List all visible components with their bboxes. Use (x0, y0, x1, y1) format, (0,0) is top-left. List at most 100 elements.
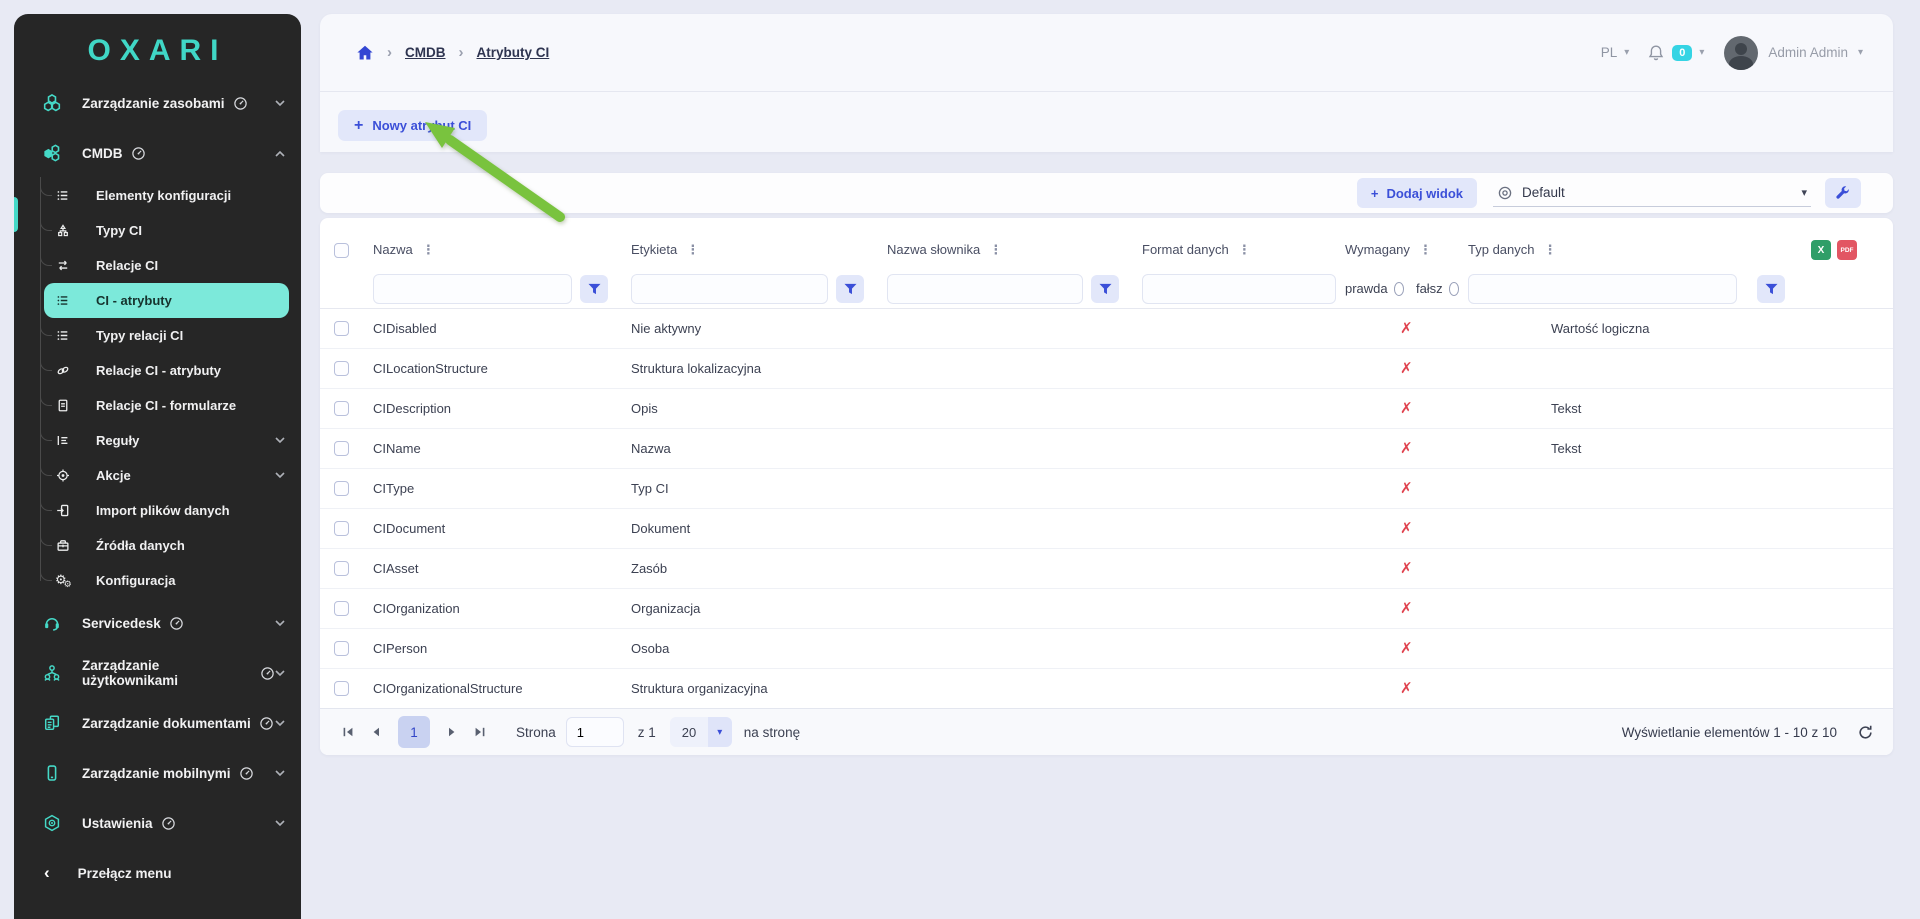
menu-toggle-button[interactable]: ‹ Przełącz menu (14, 848, 301, 898)
sidebar-item-zarzadzanie-zasobami[interactable]: Zarządzanie zasobami (14, 78, 301, 128)
add-view-button[interactable]: + Dodaj widok (1356, 178, 1477, 208)
not-required-icon: ✗ (1400, 320, 1413, 337)
user-avatar[interactable] (1724, 35, 1759, 70)
sidebar-item-konfiguracja[interactable]: ⚙⚙ Konfiguracja (14, 562, 301, 598)
not-required-icon: ✗ (1400, 440, 1413, 457)
cell-wymagany: ✗ (1339, 428, 1463, 469)
row-checkbox[interactable] (334, 441, 349, 457)
column-header-format-danych: Format danych (1142, 242, 1229, 257)
sidebar-item-ustawienia[interactable]: Ustawienia (14, 798, 301, 848)
page-number-button[interactable]: 1 (398, 716, 430, 748)
last-page-button[interactable] (466, 718, 494, 746)
sidebar-item-relacje-ci-atrybuty[interactable]: Relacje CI - atrybuty (14, 352, 301, 388)
filter-input-nazwa[interactable] (373, 273, 572, 304)
column-menu-icon[interactable]: ⋮ (1238, 242, 1251, 257)
required-false-radio[interactable] (1448, 281, 1459, 296)
sidebar-item-import-plikow-danych[interactable]: Import plików danych (14, 492, 301, 528)
view-selector[interactable]: Default ▾ (1493, 180, 1811, 207)
cell-nazwa: CIOrganization (370, 588, 628, 629)
sidebar-item-typy-ci[interactable]: Typy CI (14, 212, 301, 248)
row-checkbox[interactable] (334, 601, 349, 617)
sidebar-item-elementy-konfiguracji[interactable]: Elementy konfiguracji (14, 177, 301, 213)
first-page-button[interactable] (334, 718, 362, 746)
sidebar-item-reguly[interactable]: Reguły (14, 422, 301, 458)
cell-etykieta: Nazwa (628, 428, 884, 469)
cell-nazwa-slownika (884, 548, 1139, 589)
sidebar-item-zarzadzanie-mobilnymi[interactable]: Zarządzanie mobilnymi (14, 748, 301, 798)
sidebar-item-label: Zarządzanie dokumentami (82, 715, 251, 731)
cell-format-danych (1139, 548, 1339, 589)
sidebar-item-akcje[interactable]: Akcje (14, 457, 301, 493)
refresh-button[interactable] (1853, 720, 1877, 744)
gauge-icon (260, 666, 275, 681)
filter-input-nazwa-slownika[interactable] (887, 273, 1083, 304)
column-menu-icon[interactable]: ⋮ (989, 242, 1002, 257)
filter-funnel-button[interactable] (580, 274, 608, 303)
notifications-button[interactable]: 0 ▾ (1647, 44, 1704, 62)
sidebar-item-ci-atrybuty[interactable]: CI - atrybuty (44, 283, 289, 318)
new-ci-attribute-button[interactable]: + Nowy atrybut CI (338, 110, 488, 141)
export-excel-button[interactable]: X (1811, 240, 1831, 260)
home-icon[interactable] (356, 44, 374, 62)
row-checkbox[interactable] (334, 561, 349, 577)
breadcrumb-link-cmdb[interactable]: CMDB (405, 45, 446, 60)
row-checkbox[interactable] (334, 481, 349, 497)
sidebar-item-label: Import plików danych (96, 503, 230, 518)
sidebar-item-label: Servicedesk (82, 615, 161, 631)
sidebar-item-label: CI - atrybuty (96, 293, 172, 308)
filter-funnel-button[interactable] (1091, 274, 1119, 303)
page-size-select[interactable]: 20 ▾ (669, 717, 732, 747)
sidebar-item-zarzadzanie-dokumentami[interactable]: Zarządzanie dokumentami (14, 698, 301, 748)
sidebar-item-typy-relacji-ci[interactable]: Typy relacji CI (14, 317, 301, 353)
sidebar-item-label: Ustawienia (82, 815, 153, 831)
sidebar-item-servicedesk[interactable]: Servicedesk (14, 598, 301, 648)
breadcrumb-link-atrybuty-ci[interactable]: Atrybuty CI (477, 45, 550, 60)
next-page-button[interactable] (438, 718, 466, 746)
row-checkbox[interactable] (334, 681, 349, 697)
column-menu-icon[interactable]: ⋮ (422, 242, 435, 257)
column-menu-icon[interactable]: ⋮ (1544, 242, 1557, 257)
new-ci-attribute-label: Nowy atrybut CI (372, 118, 472, 133)
column-menu-icon[interactable]: ⋮ (686, 242, 699, 257)
previous-page-button[interactable] (362, 718, 390, 746)
export-pdf-button[interactable]: PDF (1837, 240, 1857, 260)
row-checkbox[interactable] (334, 401, 349, 417)
row-checkbox[interactable] (334, 321, 349, 337)
chevron-down-icon[interactable]: ▾ (1858, 47, 1863, 58)
grid-settings-button[interactable] (1825, 178, 1861, 208)
add-view-label: Dodaj widok (1386, 185, 1463, 201)
sidebar-item-zrodla-danych[interactable]: Źródła danych (14, 527, 301, 563)
table-row: CIPerson Osoba ✗ (320, 628, 1893, 669)
cell-wymagany: ✗ (1339, 348, 1463, 389)
cell-typ-danych (1463, 588, 1797, 629)
select-all-checkbox[interactable] (334, 243, 349, 259)
row-checkbox[interactable] (334, 361, 349, 377)
page-of-label: z 1 (637, 724, 656, 740)
language-selector[interactable]: PL ▾ (1601, 45, 1630, 60)
sidebar-item-label: Zarządzanie mobilnymi (82, 765, 231, 781)
filter-input-typ-danych[interactable] (1468, 273, 1737, 304)
column-header-nazwa-slownika: Nazwa słownika (887, 242, 981, 257)
filter-input-etykieta[interactable] (631, 273, 828, 304)
row-checkbox[interactable] (334, 521, 349, 537)
sidebar-item-relacje-ci-formularze[interactable]: Relacje CI - formularze (14, 387, 301, 423)
page-input[interactable] (565, 717, 624, 747)
sidebar-item-zarzadzanie-uzytkownikami[interactable]: Zarządzanie użytkownikami (14, 648, 301, 698)
plus-icon: + (354, 116, 364, 134)
chevron-down-icon: ▾ (1699, 47, 1705, 58)
required-true-radio[interactable] (1393, 281, 1404, 296)
sidebar-item-cmdb[interactable]: CMDB (14, 128, 301, 178)
column-menu-icon[interactable]: ⋮ (1419, 242, 1432, 257)
table-row: CIDocument Dokument ✗ (320, 508, 1893, 549)
filter-input-format-danych[interactable] (1142, 273, 1336, 304)
gears-icon: ⚙⚙ (55, 571, 72, 589)
notifications-count-badge: 0 (1672, 44, 1693, 61)
filter-funnel-button[interactable] (1757, 274, 1785, 303)
row-checkbox[interactable] (334, 641, 349, 657)
filter-funnel-button[interactable] (836, 274, 864, 303)
sidebar-item-relacje-ci[interactable]: Relacje CI (14, 247, 301, 283)
cell-etykieta: Struktura lokalizacyjna (628, 348, 884, 389)
cell-nazwa-slownika (884, 468, 1139, 509)
cell-typ-danych: Wartość logiczna (1463, 308, 1797, 349)
not-required-icon: ✗ (1400, 560, 1413, 577)
